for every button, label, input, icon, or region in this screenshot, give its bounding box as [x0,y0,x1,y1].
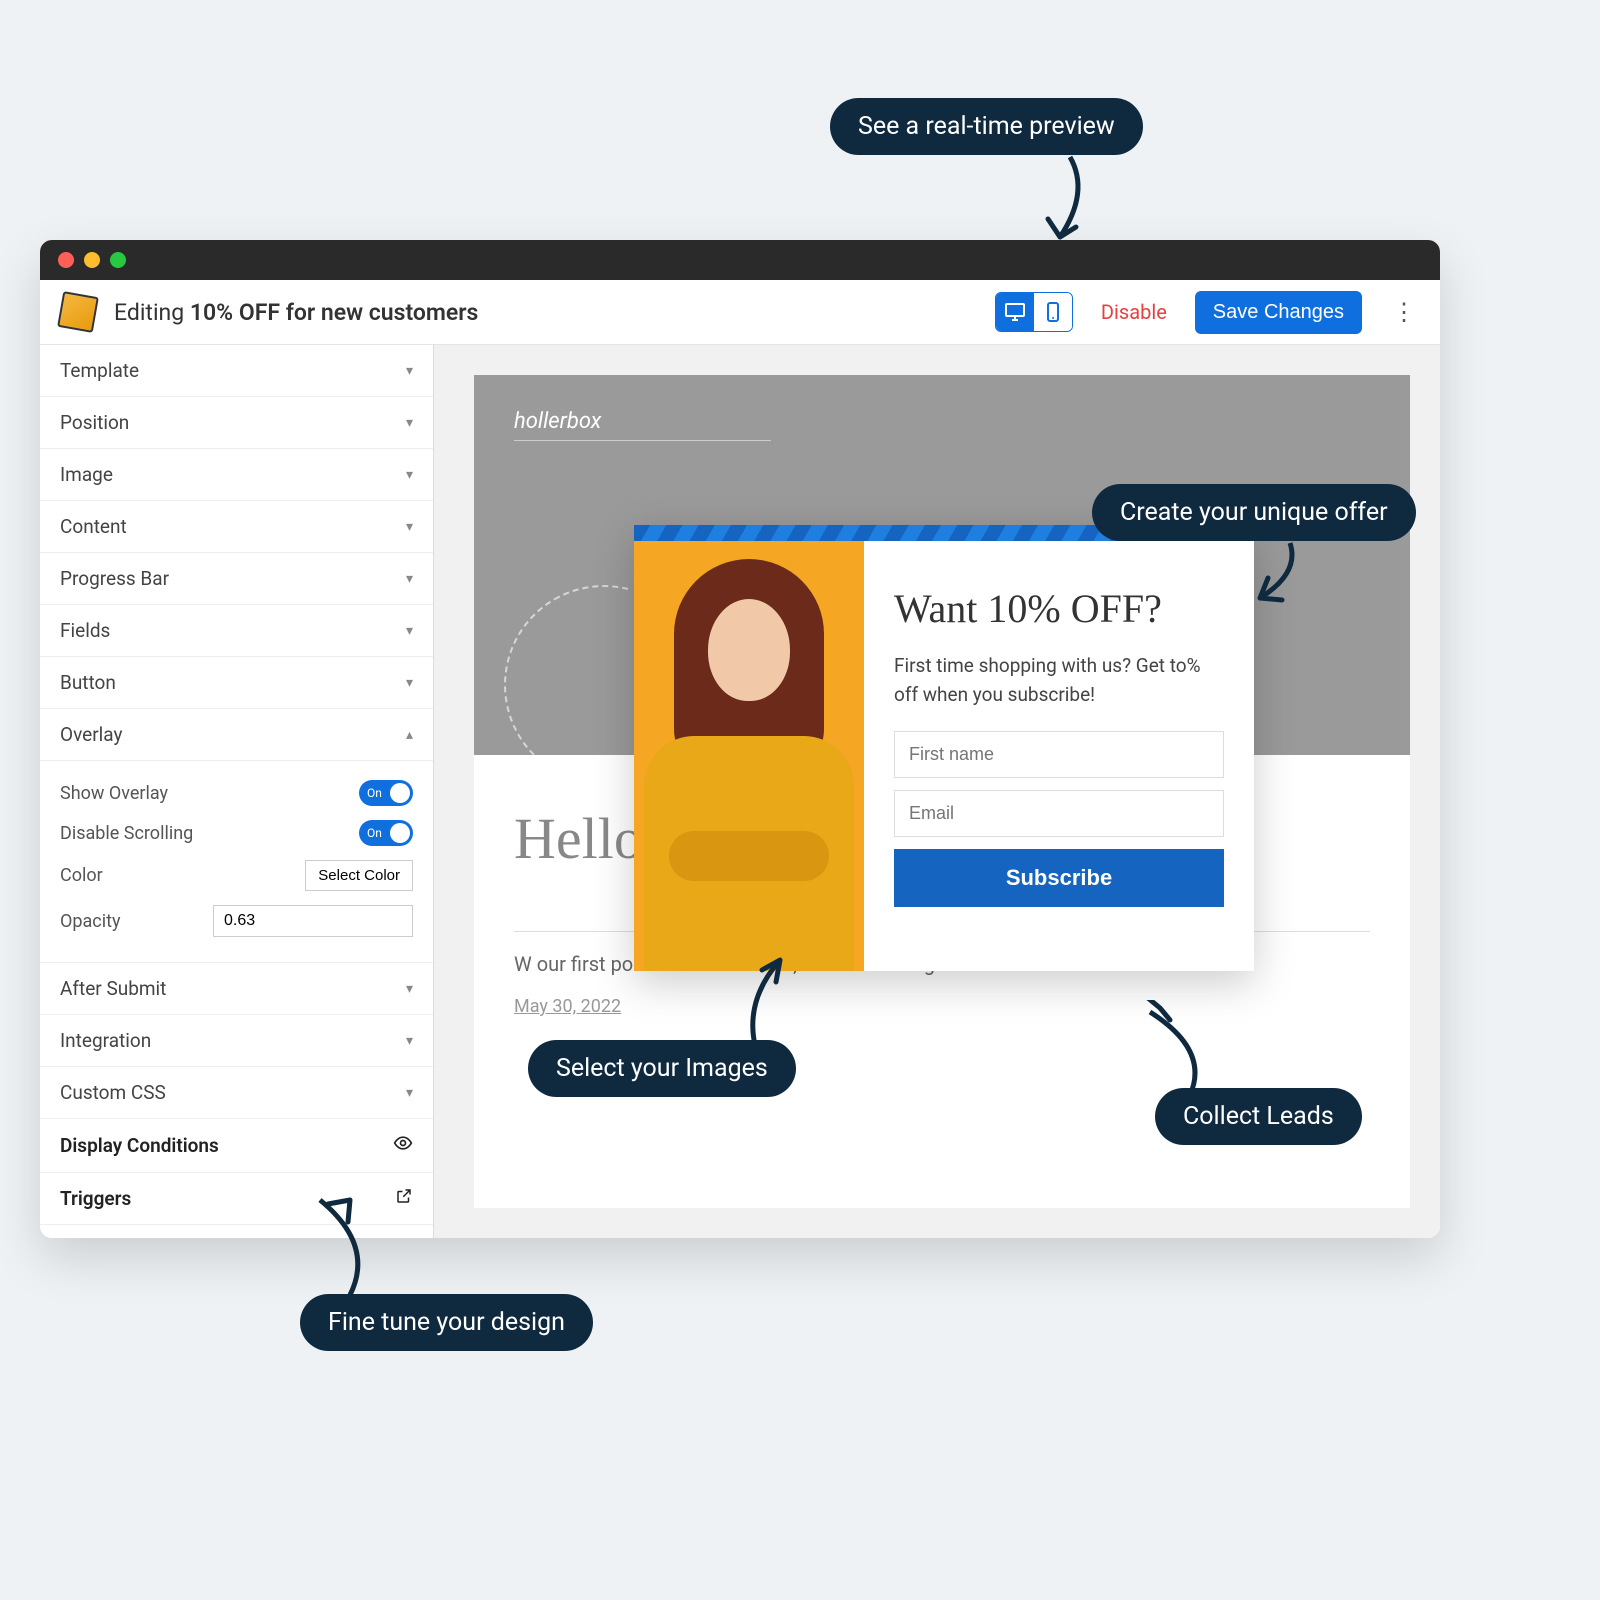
chevron-up-icon [406,727,413,743]
popup-image [634,541,864,971]
section-custom-css[interactable]: Custom CSS [40,1067,433,1119]
person-illustration [634,541,864,971]
disable-button[interactable]: Disable [1091,300,1177,324]
arrow-design [290,1190,380,1300]
chevron-down-icon [406,981,413,997]
arrow-images [735,950,805,1050]
chevron-down-icon [406,1085,413,1101]
more-menu-icon[interactable]: ⋮ [1380,298,1420,326]
email-input[interactable] [894,790,1224,837]
chevron-down-icon [406,675,413,691]
show-overlay-toggle[interactable]: On [359,780,413,806]
popup-content: Want 10% OFF? First time shopping with u… [864,541,1254,971]
post-date: May 30, 2022 [514,996,621,1017]
arrow-preview [1030,152,1110,252]
chevron-down-icon [406,1033,413,1049]
first-name-input[interactable] [894,731,1224,778]
callout-offer: Create your unique offer [1092,484,1416,541]
overlay-panel: Show Overlay On Disable Scrolling On Col… [40,761,433,963]
minimize-window-icon[interactable] [84,252,100,268]
section-display-conditions[interactable]: Display Conditions [40,1119,433,1173]
opacity-input[interactable] [213,905,413,937]
window-titlebar [40,240,1440,280]
sidebar: Template Position Image Content Progress… [40,345,434,1238]
desktop-preview-button[interactable] [996,293,1034,331]
callout-design: Fine tune your design [300,1294,593,1351]
arrow-leads [1130,1000,1220,1100]
chevron-down-icon [406,623,413,639]
section-content[interactable]: Content [40,501,433,553]
toolbar: Editing 10% OFF for new customers Disabl… [40,280,1440,345]
eye-icon [393,1133,413,1158]
chevron-down-icon [406,467,413,483]
section-progress-bar[interactable]: Progress Bar [40,553,433,605]
save-button[interactable]: Save Changes [1195,291,1362,334]
disable-scrolling-label: Disable Scrolling [60,823,193,844]
section-after-submit[interactable]: After Submit [40,963,433,1015]
color-label: Color [60,865,103,886]
site-brand: hollerbox [514,409,771,441]
device-toggle [995,292,1073,332]
external-link-icon [395,1187,413,1210]
section-button[interactable]: Button [40,657,433,709]
app-logo-icon [57,291,99,333]
popup-title: Want 10% OFF? [894,585,1224,632]
editing-title: Editing 10% OFF for new customers [114,299,478,326]
disable-scrolling-toggle[interactable]: On [359,820,413,846]
popup-preview: Want 10% OFF? First time shopping with u… [634,525,1254,971]
popup-description: First time shopping with us? Get to% off… [894,652,1224,709]
select-color-button[interactable]: Select Color [305,860,413,891]
section-fields[interactable]: Fields [40,605,433,657]
show-overlay-label: Show Overlay [60,783,168,804]
section-image[interactable]: Image [40,449,433,501]
maximize-window-icon[interactable] [110,252,126,268]
chevron-down-icon [406,519,413,535]
callout-images: Select your Images [528,1040,796,1097]
chevron-down-icon [406,415,413,431]
close-window-icon[interactable] [58,252,74,268]
callout-leads: Collect Leads [1155,1088,1362,1145]
section-template[interactable]: Template [40,345,433,397]
mobile-preview-button[interactable] [1034,293,1072,331]
arrow-offer [1240,538,1320,618]
chevron-down-icon [406,363,413,379]
callout-preview: See a real-time preview [830,98,1143,155]
section-integration[interactable]: Integration [40,1015,433,1067]
section-position[interactable]: Position [40,397,433,449]
section-overlay[interactable]: Overlay [40,709,433,761]
opacity-label: Opacity [60,911,121,932]
subscribe-button[interactable]: Subscribe [894,849,1224,907]
chevron-down-icon [406,571,413,587]
